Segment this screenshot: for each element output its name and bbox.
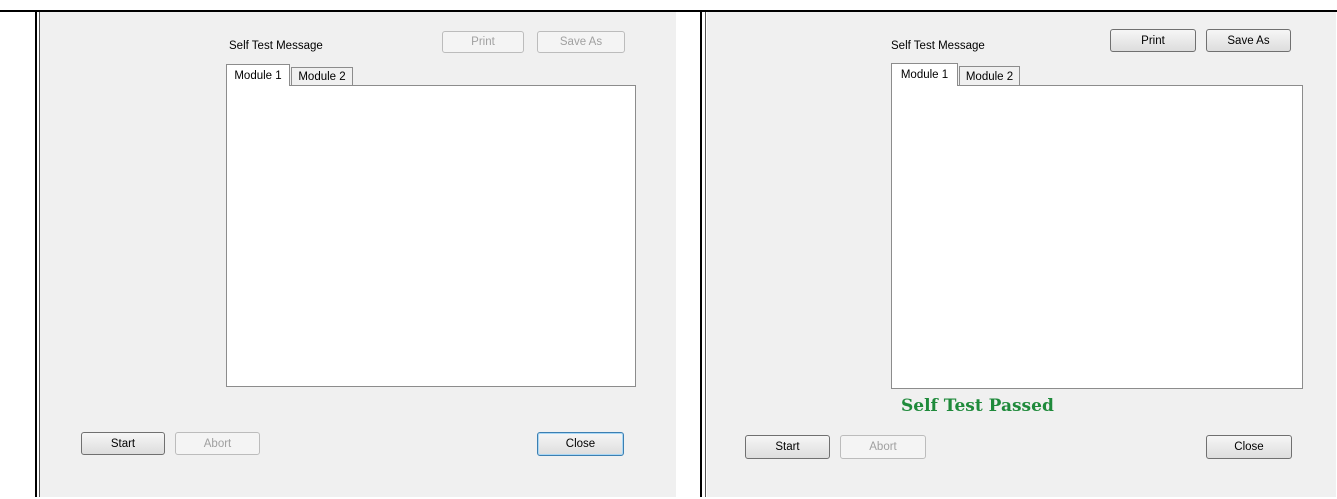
right-self-test-dialog: Self Test Message Print Save As Module 1… [707,12,1336,497]
close-button[interactable]: Close [1206,435,1292,459]
right-window-edge-inner [705,12,706,497]
tab-module-1[interactable]: Module 1 [891,63,958,86]
self-test-message-box[interactable] [891,85,1303,389]
left-window-edge [35,12,37,497]
tab-module-1[interactable]: Module 1 [226,64,290,86]
tab-module-2[interactable]: Module 2 [291,67,353,86]
save-as-button[interactable]: Save As [537,31,625,53]
save-as-button[interactable]: Save As [1206,29,1291,52]
tab-module-2[interactable]: Module 2 [959,66,1020,86]
print-button[interactable]: Print [1110,29,1196,52]
close-button[interactable]: Close [537,432,624,456]
abort-button[interactable]: Abort [840,435,926,459]
abort-button[interactable]: Abort [175,432,260,455]
start-button[interactable]: Start [81,432,165,455]
self-test-message-label: Self Test Message [229,40,323,52]
right-window-edge [700,12,702,497]
start-button[interactable]: Start [745,435,830,459]
self-test-message-label: Self Test Message [891,40,985,52]
self-test-message-box[interactable] [226,85,636,387]
self-test-status-text: Self Test Passed [901,396,1054,416]
print-button[interactable]: Print [442,31,524,53]
left-self-test-dialog: Self Test Message Print Save As Module 1… [40,12,676,497]
